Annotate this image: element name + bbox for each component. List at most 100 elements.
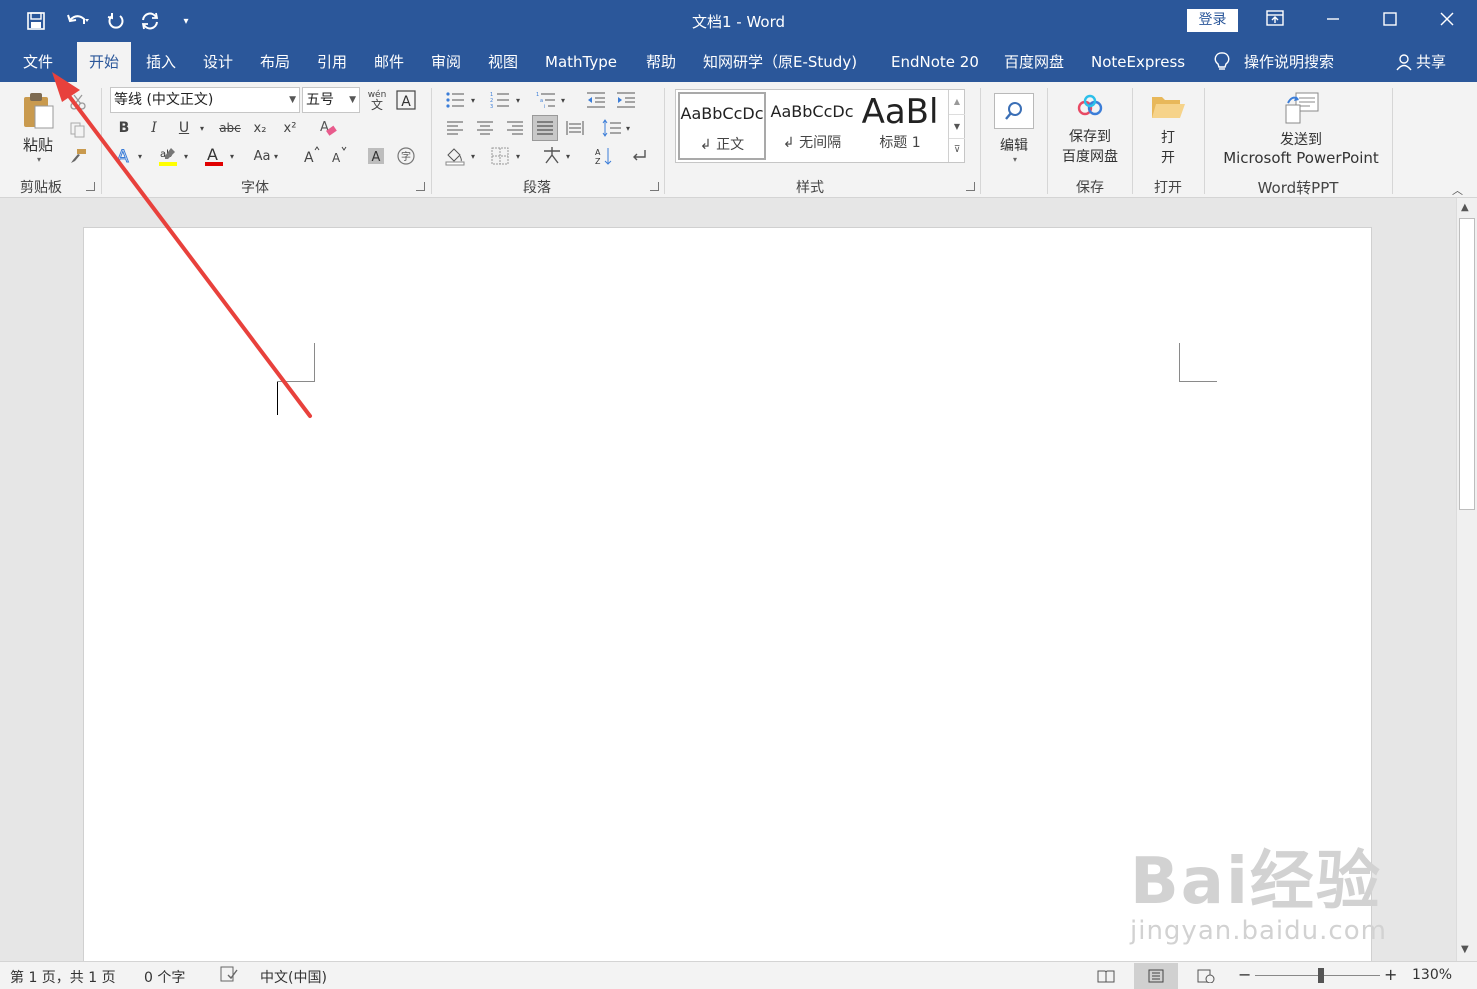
italic-button[interactable]: I (142, 116, 166, 140)
print-layout-icon[interactable] (1134, 963, 1178, 989)
tab-references[interactable]: 引用 (317, 42, 347, 82)
copy-icon[interactable] (66, 118, 90, 142)
sort-icon[interactable]: AZ (592, 144, 616, 168)
language-indicator[interactable]: 中文(中国) (260, 967, 327, 987)
collapse-ribbon-icon[interactable]: ︿ (1452, 182, 1463, 198)
line-spacing-icon[interactable] (600, 116, 624, 140)
tab-endnote[interactable]: EndNote 20 (891, 42, 979, 82)
scroll-up-arrow-icon[interactable]: ▲ (1461, 202, 1469, 213)
zoom-out-button[interactable]: − (1238, 965, 1251, 984)
tab-mathtype[interactable]: MathType (545, 42, 617, 82)
zoom-slider-thumb[interactable] (1318, 968, 1324, 983)
underline-button[interactable]: U (172, 116, 196, 140)
enclose-characters-icon[interactable]: 字 (394, 144, 418, 168)
share-button[interactable]: 共享 (1396, 42, 1446, 82)
style-heading-1[interactable]: AaBl 标题 1 (858, 92, 942, 160)
tab-view[interactable]: 视图 (488, 42, 518, 82)
minimize-icon[interactable] (1313, 6, 1353, 36)
proofing-icon[interactable] (220, 966, 238, 986)
style-normal[interactable]: AaBbCcDc ↲ 正文 (678, 92, 766, 160)
open-button[interactable]: 打 开 (1140, 90, 1196, 170)
multilevel-dropdown-icon[interactable]: ▾ (557, 88, 569, 112)
justify-icon[interactable] (532, 115, 558, 141)
shading-dropdown-icon[interactable]: ▾ (467, 144, 479, 168)
show-formatting-marks-icon[interactable] (627, 144, 651, 168)
tab-insert[interactable]: 插入 (146, 42, 176, 82)
word-count[interactable]: 0 个字 (144, 967, 185, 987)
borders-icon[interactable] (488, 144, 512, 168)
bullets-dropdown-icon[interactable]: ▾ (467, 88, 479, 112)
highlight-color-icon[interactable]: ab (156, 144, 180, 168)
tab-cnki-estudy[interactable]: 知网研学（原E-Study) (703, 42, 857, 82)
align-right-icon[interactable] (503, 116, 527, 140)
clear-formatting-icon[interactable]: A (316, 116, 340, 140)
web-layout-icon[interactable] (1184, 963, 1228, 989)
chinese-layout-icon[interactable] (540, 144, 564, 168)
grow-font-icon[interactable]: A (300, 144, 324, 168)
borders-dropdown-icon[interactable]: ▾ (512, 144, 524, 168)
clipboard-launcher-icon[interactable] (86, 182, 95, 191)
shrink-font-icon[interactable]: A (328, 144, 352, 168)
highlight-dropdown-icon[interactable]: ▾ (180, 144, 192, 168)
scroll-down-arrow-icon[interactable]: ▼ (1461, 944, 1469, 955)
styles-launcher-icon[interactable] (966, 182, 975, 191)
paragraph-launcher-icon[interactable] (650, 182, 659, 191)
font-size-combo[interactable]: 五号 ▼ (302, 87, 360, 113)
paste-button[interactable]: 粘贴 ▾ (14, 88, 62, 168)
save-to-baidu-button[interactable]: 保存到 百度网盘 (1056, 90, 1124, 170)
ribbon-display-options-icon[interactable] (1255, 6, 1295, 36)
cut-icon[interactable] (66, 90, 90, 114)
login-button[interactable]: 登录 (1187, 9, 1238, 32)
character-shading-icon[interactable]: A (364, 144, 388, 168)
numbering-icon[interactable]: 123 (488, 88, 512, 112)
text-effects-dropdown-icon[interactable]: ▾ (134, 144, 146, 168)
tab-mailings[interactable]: 邮件 (374, 42, 404, 82)
text-effects-icon[interactable]: A (112, 144, 136, 168)
tab-design[interactable]: 设计 (203, 42, 233, 82)
scroll-up-icon[interactable]: ▲ (949, 90, 965, 114)
multilevel-list-icon[interactable]: 1ai (534, 88, 558, 112)
send-to-powerpoint-button[interactable]: 发送到 Microsoft PowerPoint (1214, 88, 1388, 170)
bullets-icon[interactable] (443, 88, 467, 112)
tab-help[interactable]: 帮助 (646, 42, 676, 82)
superscript-button[interactable]: x² (278, 116, 302, 140)
zoom-level[interactable]: 130% (1412, 967, 1452, 983)
line-spacing-dropdown-icon[interactable]: ▾ (622, 116, 634, 140)
page-count[interactable]: 第 1 页，共 1 页 (10, 967, 116, 987)
editing-button[interactable]: 编辑 ▾ (990, 88, 1038, 168)
tab-review[interactable]: 审阅 (431, 42, 461, 82)
bold-button[interactable]: B (112, 116, 136, 140)
subscript-button[interactable]: x₂ (248, 116, 272, 140)
format-painter-icon[interactable] (66, 144, 90, 168)
font-name-combo[interactable]: 等线 (中文正文) ▼ (110, 87, 300, 113)
align-center-icon[interactable] (473, 116, 497, 140)
shading-icon[interactable] (443, 144, 467, 168)
tab-layout[interactable]: 布局 (260, 42, 290, 82)
numbering-dropdown-icon[interactable]: ▾ (512, 88, 524, 112)
scroll-down-icon[interactable]: ▼ (949, 114, 965, 138)
zoom-in-button[interactable]: + (1384, 965, 1397, 984)
font-launcher-icon[interactable] (416, 182, 425, 191)
decrease-indent-icon[interactable] (584, 88, 608, 112)
close-icon[interactable] (1427, 6, 1467, 36)
change-case-dropdown-icon[interactable]: ▾ (270, 144, 282, 168)
style-no-spacing[interactable]: AaBbCcDc ↲ 无间隔 (770, 92, 854, 160)
font-color-dropdown-icon[interactable]: ▾ (226, 144, 238, 168)
strikethrough-button[interactable]: abc (216, 116, 244, 140)
maximize-icon[interactable] (1370, 6, 1410, 36)
align-left-icon[interactable] (443, 116, 467, 140)
tab-file[interactable]: 文件 (23, 42, 53, 82)
more-styles-icon[interactable]: ⊽ (949, 138, 965, 162)
tell-me-search[interactable]: 操作说明搜索 (1214, 42, 1334, 82)
character-border-icon[interactable]: A (394, 88, 418, 112)
distributed-icon[interactable] (563, 116, 587, 140)
underline-dropdown-icon[interactable]: ▾ (196, 116, 208, 140)
chinese-layout-dropdown-icon[interactable]: ▾ (562, 144, 574, 168)
font-color-icon[interactable]: A (202, 144, 226, 168)
increase-indent-icon[interactable] (614, 88, 638, 112)
tab-home[interactable]: 开始 (77, 42, 131, 82)
scrollbar-thumb[interactable] (1459, 218, 1475, 510)
read-mode-icon[interactable] (1084, 963, 1128, 989)
vertical-scrollbar[interactable]: ▲ ▼ (1456, 198, 1477, 961)
tab-noteexpress[interactable]: NoteExpress (1091, 42, 1185, 82)
